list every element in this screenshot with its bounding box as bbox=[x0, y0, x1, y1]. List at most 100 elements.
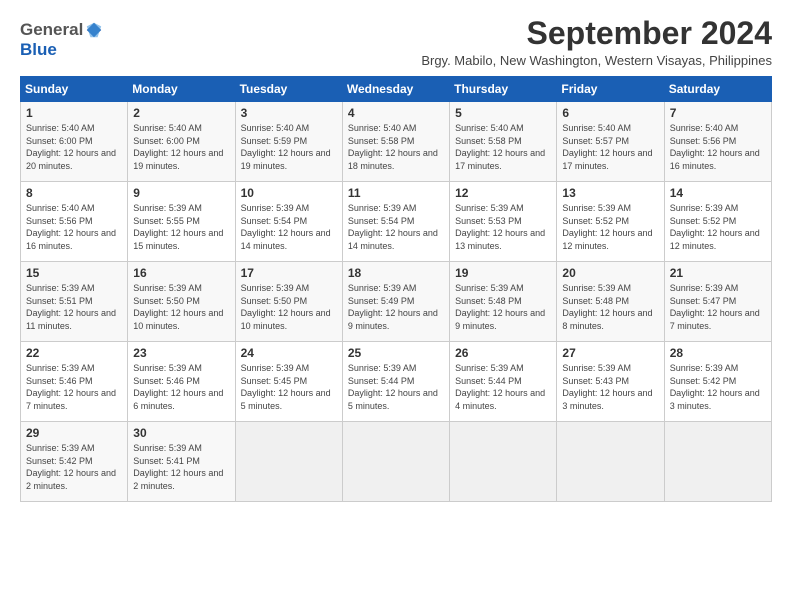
location-subtitle: Brgy. Mabilo, New Washington, Western Vi… bbox=[421, 53, 772, 68]
calendar-cell: 14 Sunrise: 5:39 AM Sunset: 5:52 PM Dayl… bbox=[664, 182, 771, 262]
calendar-cell bbox=[235, 422, 342, 502]
calendar-cell: 25 Sunrise: 5:39 AM Sunset: 5:44 PM Dayl… bbox=[342, 342, 449, 422]
day-header-tuesday: Tuesday bbox=[235, 77, 342, 102]
logo-blue-text: Blue bbox=[20, 40, 57, 60]
day-header-sunday: Sunday bbox=[21, 77, 128, 102]
calendar-cell bbox=[557, 422, 664, 502]
calendar-cell: 20 Sunrise: 5:39 AM Sunset: 5:48 PM Dayl… bbox=[557, 262, 664, 342]
calendar-week-row: 15 Sunrise: 5:39 AM Sunset: 5:51 PM Dayl… bbox=[21, 262, 772, 342]
day-number: 1 bbox=[26, 106, 122, 120]
day-number: 6 bbox=[562, 106, 658, 120]
calendar-cell: 16 Sunrise: 5:39 AM Sunset: 5:50 PM Dayl… bbox=[128, 262, 235, 342]
day-number: 5 bbox=[455, 106, 551, 120]
day-info: Sunrise: 5:39 AM Sunset: 5:48 PM Dayligh… bbox=[455, 282, 551, 332]
day-number: 27 bbox=[562, 346, 658, 360]
calendar-week-row: 29 Sunrise: 5:39 AM Sunset: 5:42 PM Dayl… bbox=[21, 422, 772, 502]
day-info: Sunrise: 5:40 AM Sunset: 6:00 PM Dayligh… bbox=[133, 122, 229, 172]
calendar-cell: 4 Sunrise: 5:40 AM Sunset: 5:58 PM Dayli… bbox=[342, 102, 449, 182]
day-info: Sunrise: 5:39 AM Sunset: 5:50 PM Dayligh… bbox=[241, 282, 337, 332]
header: General Blue September 2024 Brgy. Mabilo… bbox=[20, 16, 772, 68]
calendar-cell: 1 Sunrise: 5:40 AM Sunset: 6:00 PM Dayli… bbox=[21, 102, 128, 182]
day-number: 24 bbox=[241, 346, 337, 360]
calendar-cell: 2 Sunrise: 5:40 AM Sunset: 6:00 PM Dayli… bbox=[128, 102, 235, 182]
logo: General Blue bbox=[20, 20, 103, 60]
day-number: 9 bbox=[133, 186, 229, 200]
title-block: September 2024 Brgy. Mabilo, New Washing… bbox=[421, 16, 772, 68]
day-info: Sunrise: 5:39 AM Sunset: 5:51 PM Dayligh… bbox=[26, 282, 122, 332]
calendar-table: SundayMondayTuesdayWednesdayThursdayFrid… bbox=[20, 76, 772, 502]
calendar-cell: 30 Sunrise: 5:39 AM Sunset: 5:41 PM Dayl… bbox=[128, 422, 235, 502]
calendar-cell: 7 Sunrise: 5:40 AM Sunset: 5:56 PM Dayli… bbox=[664, 102, 771, 182]
day-number: 4 bbox=[348, 106, 444, 120]
day-info: Sunrise: 5:39 AM Sunset: 5:53 PM Dayligh… bbox=[455, 202, 551, 252]
calendar-header-row: SundayMondayTuesdayWednesdayThursdayFrid… bbox=[21, 77, 772, 102]
day-info: Sunrise: 5:40 AM Sunset: 5:57 PM Dayligh… bbox=[562, 122, 658, 172]
calendar-cell: 9 Sunrise: 5:39 AM Sunset: 5:55 PM Dayli… bbox=[128, 182, 235, 262]
calendar-cell bbox=[664, 422, 771, 502]
day-info: Sunrise: 5:39 AM Sunset: 5:46 PM Dayligh… bbox=[26, 362, 122, 412]
day-number: 28 bbox=[670, 346, 766, 360]
calendar-cell: 22 Sunrise: 5:39 AM Sunset: 5:46 PM Dayl… bbox=[21, 342, 128, 422]
day-header-thursday: Thursday bbox=[450, 77, 557, 102]
day-number: 11 bbox=[348, 186, 444, 200]
day-number: 12 bbox=[455, 186, 551, 200]
day-number: 19 bbox=[455, 266, 551, 280]
day-number: 13 bbox=[562, 186, 658, 200]
calendar-week-row: 1 Sunrise: 5:40 AM Sunset: 6:00 PM Dayli… bbox=[21, 102, 772, 182]
calendar-week-row: 8 Sunrise: 5:40 AM Sunset: 5:56 PM Dayli… bbox=[21, 182, 772, 262]
calendar-cell: 8 Sunrise: 5:40 AM Sunset: 5:56 PM Dayli… bbox=[21, 182, 128, 262]
calendar-cell: 17 Sunrise: 5:39 AM Sunset: 5:50 PM Dayl… bbox=[235, 262, 342, 342]
calendar-cell: 10 Sunrise: 5:39 AM Sunset: 5:54 PM Dayl… bbox=[235, 182, 342, 262]
day-info: Sunrise: 5:40 AM Sunset: 5:56 PM Dayligh… bbox=[26, 202, 122, 252]
calendar-cell: 15 Sunrise: 5:39 AM Sunset: 5:51 PM Dayl… bbox=[21, 262, 128, 342]
calendar-cell: 6 Sunrise: 5:40 AM Sunset: 5:57 PM Dayli… bbox=[557, 102, 664, 182]
calendar-cell: 18 Sunrise: 5:39 AM Sunset: 5:49 PM Dayl… bbox=[342, 262, 449, 342]
day-header-saturday: Saturday bbox=[664, 77, 771, 102]
day-header-wednesday: Wednesday bbox=[342, 77, 449, 102]
calendar-cell: 28 Sunrise: 5:39 AM Sunset: 5:42 PM Dayl… bbox=[664, 342, 771, 422]
day-number: 25 bbox=[348, 346, 444, 360]
calendar-cell: 21 Sunrise: 5:39 AM Sunset: 5:47 PM Dayl… bbox=[664, 262, 771, 342]
day-number: 22 bbox=[26, 346, 122, 360]
day-info: Sunrise: 5:39 AM Sunset: 5:54 PM Dayligh… bbox=[348, 202, 444, 252]
calendar-cell: 23 Sunrise: 5:39 AM Sunset: 5:46 PM Dayl… bbox=[128, 342, 235, 422]
day-info: Sunrise: 5:39 AM Sunset: 5:52 PM Dayligh… bbox=[562, 202, 658, 252]
day-number: 14 bbox=[670, 186, 766, 200]
calendar-cell: 27 Sunrise: 5:39 AM Sunset: 5:43 PM Dayl… bbox=[557, 342, 664, 422]
day-number: 17 bbox=[241, 266, 337, 280]
day-info: Sunrise: 5:39 AM Sunset: 5:43 PM Dayligh… bbox=[562, 362, 658, 412]
calendar-cell bbox=[450, 422, 557, 502]
day-info: Sunrise: 5:40 AM Sunset: 5:59 PM Dayligh… bbox=[241, 122, 337, 172]
day-number: 3 bbox=[241, 106, 337, 120]
calendar-cell: 19 Sunrise: 5:39 AM Sunset: 5:48 PM Dayl… bbox=[450, 262, 557, 342]
calendar-cell: 3 Sunrise: 5:40 AM Sunset: 5:59 PM Dayli… bbox=[235, 102, 342, 182]
day-number: 15 bbox=[26, 266, 122, 280]
day-number: 29 bbox=[26, 426, 122, 440]
day-number: 30 bbox=[133, 426, 229, 440]
day-info: Sunrise: 5:39 AM Sunset: 5:42 PM Dayligh… bbox=[670, 362, 766, 412]
month-title: September 2024 bbox=[421, 16, 772, 51]
day-number: 18 bbox=[348, 266, 444, 280]
day-number: 8 bbox=[26, 186, 122, 200]
day-header-monday: Monday bbox=[128, 77, 235, 102]
day-number: 10 bbox=[241, 186, 337, 200]
day-info: Sunrise: 5:39 AM Sunset: 5:47 PM Dayligh… bbox=[670, 282, 766, 332]
day-info: Sunrise: 5:39 AM Sunset: 5:44 PM Dayligh… bbox=[348, 362, 444, 412]
day-info: Sunrise: 5:39 AM Sunset: 5:42 PM Dayligh… bbox=[26, 442, 122, 492]
calendar-cell bbox=[342, 422, 449, 502]
day-info: Sunrise: 5:39 AM Sunset: 5:48 PM Dayligh… bbox=[562, 282, 658, 332]
day-info: Sunrise: 5:40 AM Sunset: 5:56 PM Dayligh… bbox=[670, 122, 766, 172]
day-info: Sunrise: 5:39 AM Sunset: 5:54 PM Dayligh… bbox=[241, 202, 337, 252]
day-header-friday: Friday bbox=[557, 77, 664, 102]
day-info: Sunrise: 5:39 AM Sunset: 5:50 PM Dayligh… bbox=[133, 282, 229, 332]
calendar-cell: 5 Sunrise: 5:40 AM Sunset: 5:58 PM Dayli… bbox=[450, 102, 557, 182]
logo-icon bbox=[85, 21, 103, 39]
day-number: 20 bbox=[562, 266, 658, 280]
calendar-cell: 24 Sunrise: 5:39 AM Sunset: 5:45 PM Dayl… bbox=[235, 342, 342, 422]
day-info: Sunrise: 5:40 AM Sunset: 6:00 PM Dayligh… bbox=[26, 122, 122, 172]
calendar-week-row: 22 Sunrise: 5:39 AM Sunset: 5:46 PM Dayl… bbox=[21, 342, 772, 422]
day-number: 16 bbox=[133, 266, 229, 280]
day-number: 2 bbox=[133, 106, 229, 120]
day-info: Sunrise: 5:39 AM Sunset: 5:46 PM Dayligh… bbox=[133, 362, 229, 412]
calendar-cell: 13 Sunrise: 5:39 AM Sunset: 5:52 PM Dayl… bbox=[557, 182, 664, 262]
